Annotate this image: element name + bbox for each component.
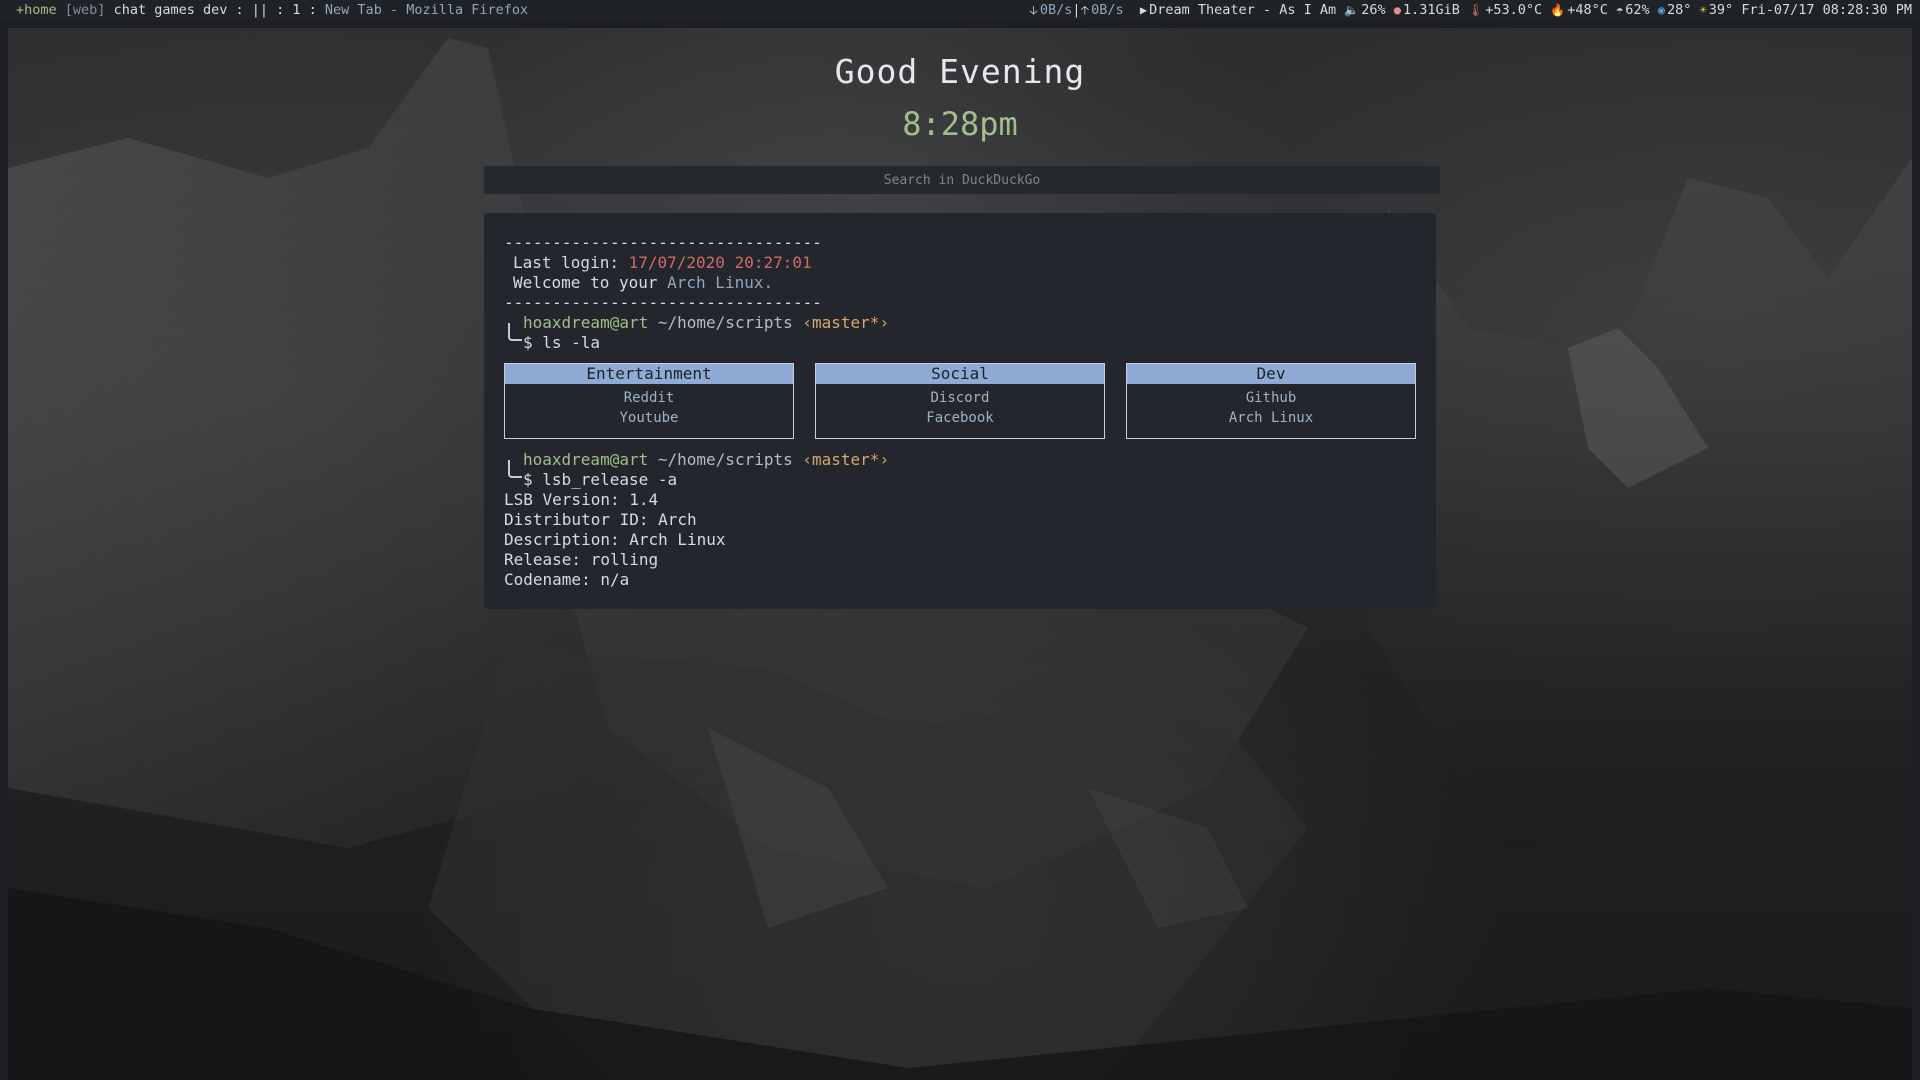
brain-icon: ● (1393, 3, 1401, 17)
fire-icon: 🔥 (1550, 3, 1566, 17)
search-input[interactable] (484, 166, 1440, 194)
bookmark-groups: Entertainment Reddit Youtube Social Disc… (504, 363, 1416, 441)
prompt-user: hoaxdream@art (523, 450, 649, 469)
system-tray: 🡣 0B/s | 🡡 0B/s ▶ Dream Theater - As I A… (1029, 0, 1912, 20)
globe-icon: ◉ (1657, 3, 1666, 17)
thermometer-icon: 🌡 (1468, 3, 1484, 17)
prompt-corner-icon (508, 460, 522, 478)
weather-temp-b: 39° (1708, 2, 1734, 18)
arrow-up-icon: 🡡 (1080, 3, 1090, 17)
weather-temp-a: 28° (1667, 2, 1692, 18)
net-down-value: 0B/s (1039, 2, 1073, 18)
last-login-line: Last login: 17/07/2020 20:27:01 (513, 253, 812, 272)
output-distributor-id: Distributor ID: Arch (504, 510, 697, 529)
last-login-value: 17/07/2020 20:27:01 (628, 253, 812, 272)
divider-top: --------------------------------- (504, 233, 822, 252)
workspace-home[interactable]: +home (16, 0, 57, 20)
memory-value: 1.31GiB (1402, 2, 1460, 18)
command-lsb-release: $ lsb_release -a (523, 470, 678, 489)
prompt-line: hoaxdream@art ~/home/scripts ‹master*› (523, 313, 889, 332)
link-arch-linux[interactable]: Arch Linux (1127, 408, 1415, 428)
window-title: New Tab - Mozilla Firefox (324, 2, 529, 18)
workspace-area: +home [web] chat games dev : || : 1 : Ne… (0, 0, 528, 20)
prompt-path: ~/home/scripts (657, 450, 793, 469)
net-up-value: 0B/s (1091, 2, 1124, 18)
command-ls: $ ls -la (523, 333, 601, 352)
output-lsb-version: LSB Version: 1.4 (504, 490, 659, 509)
output-codename: Codename: n/a (504, 570, 630, 589)
cloud-rain-icon: ☂ (1616, 3, 1624, 17)
link-reddit[interactable]: Reddit (505, 388, 793, 408)
output-release: Release: rolling (504, 550, 659, 569)
speaker-icon: 🔈 (1344, 3, 1360, 17)
group-title: Entertainment (505, 364, 793, 384)
welcome-line: Welcome to your Arch Linux. (513, 273, 773, 292)
prompt-branch: ‹master*› (802, 313, 890, 332)
sun-icon: ☀ (1699, 3, 1707, 17)
prompt-corner-icon (508, 323, 522, 341)
cpu-temp-value: +53.0°C (1485, 2, 1543, 18)
gpu-temp-value: +48°C (1567, 2, 1608, 18)
prompt-path: ~/home/scripts (657, 313, 793, 332)
link-facebook[interactable]: Facebook (816, 408, 1104, 428)
welcome-prefix: Welcome to your (513, 273, 658, 292)
group-title: Social (816, 364, 1104, 384)
prompt-user: hoaxdream@art (523, 313, 649, 332)
greeting-text: Good Evening (834, 52, 1086, 91)
link-youtube[interactable]: Youtube (505, 408, 793, 428)
datetime: Fri-07/17 08:28:30 PM (1741, 2, 1912, 18)
divider-bottom: --------------------------------- (504, 293, 822, 312)
volume-value[interactable]: 26% (1361, 0, 1385, 20)
link-github[interactable]: Github (1127, 388, 1415, 408)
link-discord[interactable]: Discord (816, 388, 1104, 408)
welcome-os: Arch Linux. (667, 273, 774, 292)
terminal-panel: --------------------------------- Last l… (484, 213, 1436, 609)
clock: 8:28pm (902, 105, 1018, 143)
prompt-branch: ‹master*› (802, 450, 890, 469)
layout-indicator: : || : 1 : (235, 2, 317, 18)
last-login-label: Last login: (513, 253, 619, 272)
play-icon[interactable]: ▶ (1140, 0, 1147, 20)
humidity-value: 62% (1625, 2, 1650, 18)
workspace-web[interactable]: [web] (65, 0, 106, 20)
group-title: Dev (1127, 364, 1415, 384)
now-playing[interactable]: Dream Theater - As I Am (1149, 0, 1336, 20)
prompt-line: hoaxdream@art ~/home/scripts ‹master*› (523, 450, 889, 469)
bookmark-group-social: Social Discord Facebook (815, 363, 1105, 439)
status-bar: +home [web] chat games dev : || : 1 : Ne… (0, 0, 1920, 20)
bookmark-group-entertainment: Entertainment Reddit Youtube (504, 363, 794, 439)
workspace-others[interactable]: chat games dev (114, 0, 228, 20)
output-description: Description: Arch Linux (504, 530, 726, 549)
bookmark-group-dev: Dev Github Arch Linux (1126, 363, 1416, 439)
arrow-down-icon: 🡣 (1029, 3, 1038, 17)
